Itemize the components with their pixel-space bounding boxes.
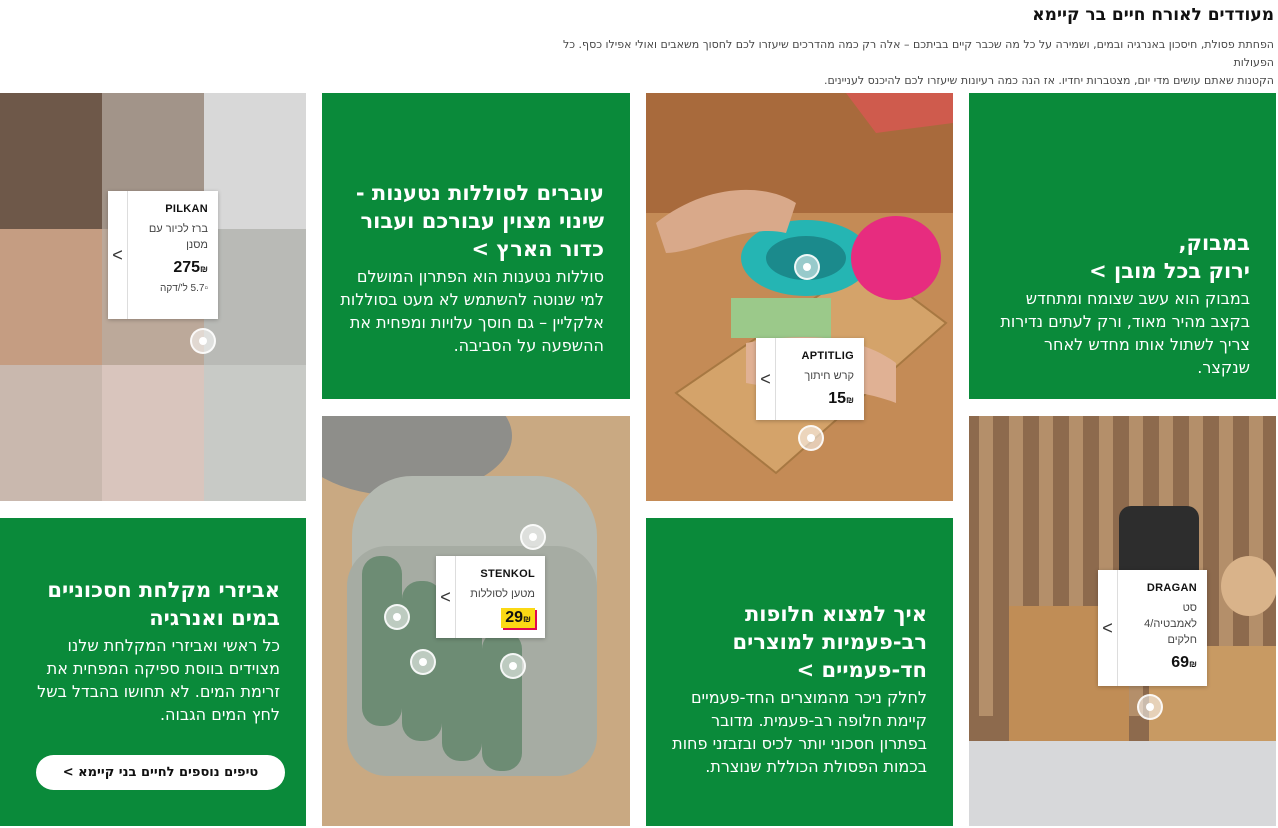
bamboo-body: במבוק הוא עשב שצומח ומתחדש בקצב מהיר מאו… — [1000, 289, 1250, 377]
product-hotspot-dot[interactable] — [1137, 694, 1163, 720]
chevron-left-icon[interactable]: < — [436, 556, 456, 638]
product-hotspot-dot[interactable] — [190, 328, 216, 354]
batteries-body: סוללות נטענות הוא הפתרון המושלם למי שנוט… — [340, 267, 604, 355]
chevron-left-icon[interactable]: < — [756, 338, 776, 420]
page-title: מעודדים לאורח חיים בר קיימא — [1032, 5, 1274, 25]
product-price: 15₪ — [828, 390, 854, 407]
batteries-tile[interactable]: עוברים לסוללות נטענות - שינוי מצוין עבור… — [322, 93, 630, 399]
reusable-heading[interactable]: איך למצוא חלופות רב-פעמיות למוצרים חד-פע… — [664, 600, 927, 684]
product-description: סט לאמבטיה/4 חלקים — [1144, 602, 1197, 646]
product-hotspot-dot[interactable] — [798, 425, 824, 451]
product-price: 29₪ — [501, 608, 535, 628]
product-description: מטען לסוללות — [470, 588, 535, 600]
reusable-body: לחלק ניכר מהמוצרים החד-פעמיים קיימת חלופ… — [672, 688, 927, 776]
product-name: DRAGAN — [1146, 582, 1197, 594]
product-card-dragan[interactable]: < DRAGAN סט לאמבטיה/4 חלקים 69₪ — [1098, 570, 1207, 686]
product-unit: ▫5.7 ל'/דקה — [160, 283, 208, 294]
product-price: 275₪ — [173, 259, 208, 276]
product-card-aptitlig[interactable]: < APTITLIG קרש חיתוך 15₪ — [756, 338, 864, 420]
bamboo-heading[interactable]: במבוק, ירוק בכל מובן > — [987, 229, 1250, 285]
product-description: ברז לכיור עם מסנן — [148, 223, 208, 251]
bamboo-tile[interactable]: במבוק, ירוק בכל מובן > במבוק הוא עשב שצו… — [969, 93, 1276, 399]
shower-heading[interactable]: אביזרי מקלחת חסכוניים במים ואנרגיה — [18, 576, 280, 632]
page-subtitle: הפחתת פסולת, חיסכון באנרגיה ובמים, ושמיר… — [540, 36, 1274, 90]
product-hotspot-dot[interactable] — [500, 653, 526, 679]
product-description: קרש חיתוך — [804, 370, 854, 382]
more-tips-button[interactable]: טיפים נוספים לחיים בני קיימא > — [36, 755, 285, 790]
chevron-left-icon[interactable]: < — [1098, 570, 1118, 686]
product-name: APTITLIG — [801, 350, 854, 362]
subtitle-line-1: הפחתת פסולת, חיסכון באנרגיה ובמים, ושמיר… — [562, 38, 1274, 69]
product-hotspot-dot[interactable] — [520, 524, 546, 550]
chevron-left-icon[interactable]: < — [108, 191, 128, 319]
product-card-stenkol[interactable]: < STENKOL מטען לסוללות 29₪ — [436, 556, 545, 638]
shower-body: כל ראשי ואביזרי המקלחת שלנו מצוידים בווס… — [37, 636, 280, 724]
subtitle-line-2: הקטנות שאתם עושים מדי יום, מצטברות יחדיו… — [823, 74, 1274, 87]
product-hotspot-dot[interactable] — [410, 649, 436, 675]
cutting-board-image[interactable] — [646, 93, 953, 501]
product-price: 69₪ — [1171, 654, 1197, 671]
batteries-heading[interactable]: עוברים לסוללות נטענות - שינוי מצוין עבור… — [340, 179, 604, 263]
product-hotspot-dot[interactable] — [794, 254, 820, 280]
broken-image-icon: ▫ — [204, 283, 208, 294]
product-hotspot-dot[interactable] — [384, 604, 410, 630]
product-name: STENKOL — [480, 568, 535, 580]
page-header: מעודדים לאורח חיים בר קיימא הפחתת פסולת,… — [540, 0, 1274, 90]
product-card-pilkan[interactable]: < PILKAN ברז לכיור עם מסנן 275₪ ▫5.7 ל'/… — [108, 191, 218, 319]
product-name: PILKAN — [165, 203, 208, 215]
reusable-tile[interactable]: איך למצוא חלופות רב-פעמיות למוצרים חד-פע… — [646, 518, 953, 826]
